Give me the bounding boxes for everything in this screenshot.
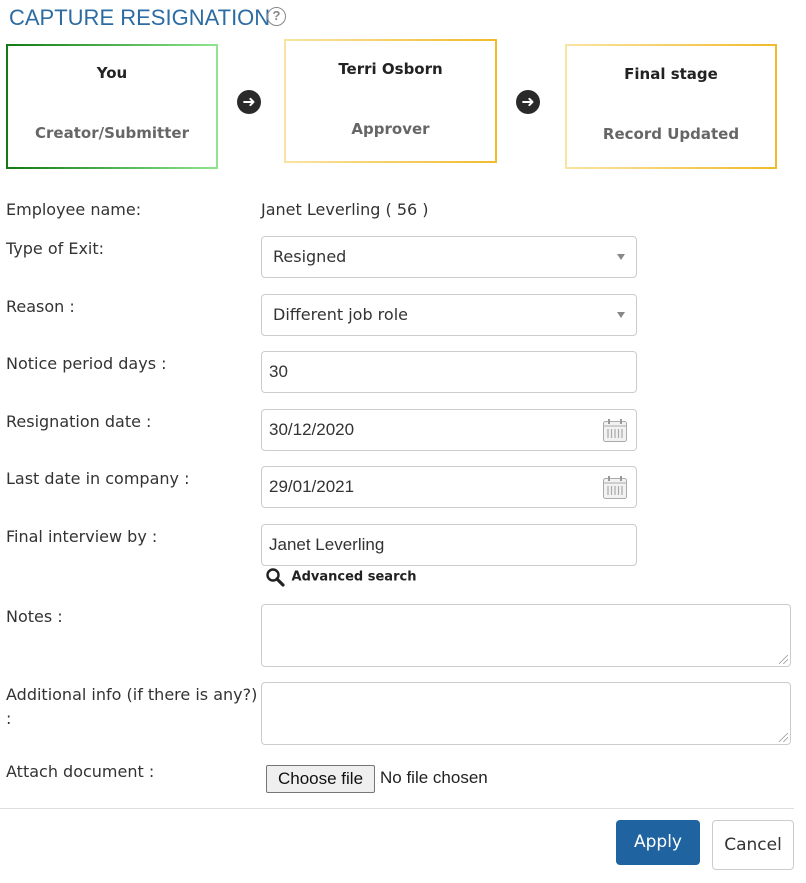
last-date-input[interactable]: 29/01/2021 xyxy=(261,466,637,508)
notice-period-input[interactable]: 30 xyxy=(261,351,637,393)
resignation-date-input[interactable]: 30/12/2020 xyxy=(261,409,637,451)
reason-label: Reason : xyxy=(6,297,75,316)
advanced-search-label: Advanced search xyxy=(291,569,417,585)
reason-value: Different job role xyxy=(273,305,408,324)
resignation-date-label: Resignation date : xyxy=(6,412,152,431)
reason-select[interactable]: Different job role xyxy=(261,294,637,336)
stage-role: Creator/Submitter xyxy=(35,124,189,142)
stage-name: Terri Osborn xyxy=(338,60,443,78)
notice-period-value: 30 xyxy=(269,362,288,381)
arrow-right-icon: ➜ xyxy=(237,90,261,114)
calendar-icon[interactable] xyxy=(602,475,628,500)
workflow-stage-final: Final stage Record Updated xyxy=(565,44,777,169)
chevron-down-icon xyxy=(617,254,625,260)
employee-name-label: Employee name: xyxy=(6,200,142,219)
last-date-value: 29/01/2021 xyxy=(269,477,355,496)
final-interview-label: Final interview by : xyxy=(6,527,158,546)
advanced-search-link[interactable]: Advanced search xyxy=(265,567,416,587)
help-icon[interactable]: ? xyxy=(267,7,286,26)
notice-period-label: Notice period days : xyxy=(6,354,167,373)
stage-name: Final stage xyxy=(624,65,718,83)
stage-name: You xyxy=(96,64,128,82)
resize-handle[interactable] xyxy=(779,733,788,742)
cancel-button[interactable]: Cancel xyxy=(712,820,794,870)
footer-divider xyxy=(0,808,794,809)
additional-info-label: Additional info (if there is any?) xyxy=(6,685,258,704)
employee-name-value: Janet Leverling ( 56 ) xyxy=(261,200,429,219)
final-interview-value: Janet Leverling xyxy=(269,535,385,554)
workflow-stage-approver: Terri Osborn Approver xyxy=(284,39,497,163)
type-of-exit-label: Type of Exit: xyxy=(6,239,105,258)
page-title: CAPTURE RESIGNATION xyxy=(9,5,271,30)
resignation-date-value: 30/12/2020 xyxy=(269,420,355,439)
resize-handle[interactable] xyxy=(779,655,788,664)
arrow-right-icon: ➜ xyxy=(516,90,540,114)
stage-role: Approver xyxy=(351,120,430,138)
calendar-icon[interactable] xyxy=(602,418,628,443)
additional-info-label-colon: : xyxy=(6,709,12,728)
type-of-exit-select[interactable]: Resigned xyxy=(261,236,637,278)
final-interview-input[interactable]: Janet Leverling xyxy=(261,524,637,566)
attach-document-label: Attach document : xyxy=(6,762,155,781)
notes-textarea[interactable] xyxy=(261,604,791,667)
workflow-stage-creator: You Creator/Submitter xyxy=(6,44,218,169)
search-icon xyxy=(266,568,285,587)
stage-role: Record Updated xyxy=(602,125,740,143)
last-date-label: Last date in company : xyxy=(6,469,190,488)
notes-label: Notes : xyxy=(6,607,63,626)
type-of-exit-value: Resigned xyxy=(273,247,347,266)
chevron-down-icon xyxy=(617,312,625,318)
file-status: No file chosen xyxy=(380,768,488,787)
additional-info-textarea[interactable] xyxy=(261,682,791,745)
choose-file-button[interactable]: Choose file xyxy=(266,765,375,793)
apply-button[interactable]: Apply xyxy=(616,820,700,865)
